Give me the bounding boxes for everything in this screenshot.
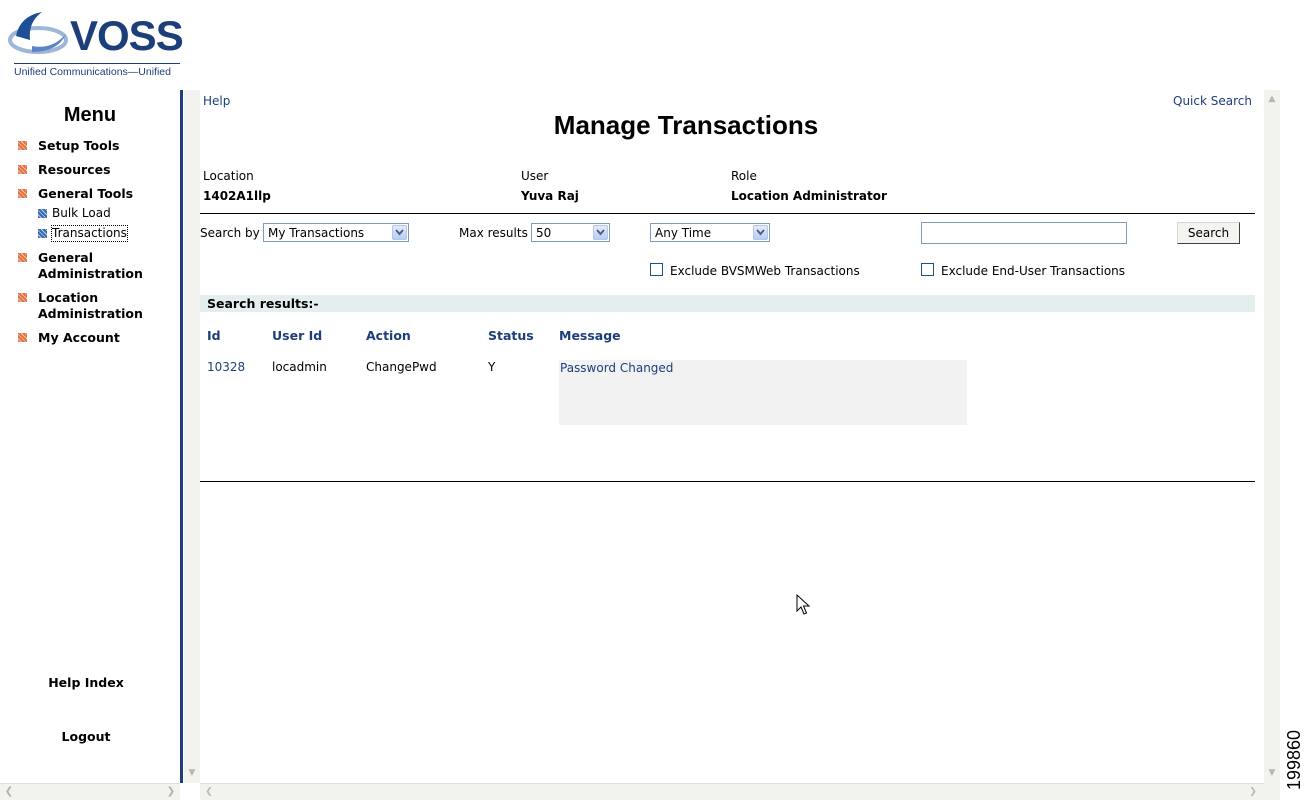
quick-search-link[interactable]: Quick Search <box>1173 94 1252 108</box>
row-message-box: Password Changed <box>559 360 967 425</box>
search-by-select[interactable]: My Transactions <box>263 223 409 242</box>
menu-bullet-icon <box>18 165 27 174</box>
submenu-item-label: Bulk Load <box>52 206 111 220</box>
help-link[interactable]: Help <box>203 94 230 108</box>
menu-horizontal-scrollbar[interactable]: ❮ ❯ <box>0 783 180 800</box>
user-value: Yuva Raj <box>521 189 579 203</box>
left-menu: Menu Setup Tools Resources General Tools… <box>0 90 180 782</box>
search-button[interactable]: Search <box>1177 222 1240 244</box>
search-input[interactable] <box>921 222 1127 244</box>
exclude-bvsmweb-checkbox[interactable] <box>650 263 663 276</box>
search-by-value: My Transactions <box>268 226 365 240</box>
search-by-label: Search by <box>200 226 260 240</box>
row-action: ChangePwd <box>366 360 437 374</box>
scroll-right-icon[interactable]: ❯ <box>1246 785 1260 799</box>
menu-bullet-icon <box>18 293 27 302</box>
scroll-left-icon[interactable]: ❮ <box>202 785 216 799</box>
column-header-message: Message <box>559 328 621 343</box>
column-header-status: Status <box>488 328 534 343</box>
menu-item-label: General Administration <box>38 250 143 281</box>
divider-bottom <box>200 481 1255 482</box>
divider-top <box>200 213 1255 214</box>
column-header-action: Action <box>366 328 411 343</box>
menu-bullet-icon <box>18 333 27 342</box>
search-results-title: Search results:- <box>207 296 319 311</box>
transaction-id-link[interactable]: 10328 <box>207 360 245 374</box>
content-left-scrollbar[interactable]: ▼ <box>184 90 200 783</box>
voss-swoosh-icon <box>8 12 68 54</box>
row-status: Y <box>488 360 496 374</box>
exclude-end-user-checkbox[interactable] <box>921 263 934 276</box>
menu-item-label: Setup Tools <box>38 138 120 153</box>
voss-logo: VOSS Unified Communications—Unified <box>8 6 184 82</box>
time-range-select[interactable]: Any Time <box>650 223 770 242</box>
logo-brand: VOSS <box>70 12 184 59</box>
column-header-user-id: User Id <box>272 328 323 343</box>
search-results-header: Search results:- <box>200 295 1255 312</box>
chevron-down-icon[interactable] <box>392 225 407 240</box>
menu-item-label: Resources <box>38 162 111 177</box>
frame-divider[interactable] <box>180 90 183 783</box>
submenu-item-label: Transactions <box>51 225 128 242</box>
user-label: User <box>521 169 549 183</box>
logo-rule <box>14 63 180 64</box>
role-label: Role <box>731 169 757 183</box>
menu-title: Menu <box>63 104 117 126</box>
submenu-bullet-icon <box>38 209 47 218</box>
logout-link[interactable]: Logout <box>0 729 172 744</box>
max-results-label: Max results <box>459 226 528 240</box>
menu-item-label: General Tools <box>38 186 134 201</box>
page-title: Manage Transactions <box>553 110 819 140</box>
help-index-link[interactable]: Help Index <box>0 675 172 690</box>
menu-bullet-icon <box>18 141 27 150</box>
exclude-end-user-label: Exclude End-User Transactions <box>941 264 1126 278</box>
exclude-bvsmweb-label: Exclude BVSMWeb Transactions <box>670 264 860 278</box>
content-horizontal-scrollbar[interactable]: ❮ ❯ <box>200 783 1264 800</box>
submenu-bullet-icon <box>38 229 47 238</box>
location-label: Location <box>203 169 254 183</box>
location-value: 1402A1llp <box>203 189 271 203</box>
scroll-up-icon[interactable]: ▲ <box>1265 92 1279 106</box>
scrollbar-corner <box>1264 783 1280 800</box>
max-results-select[interactable]: 50 <box>531 223 610 242</box>
column-header-id: Id <box>207 328 221 343</box>
menu-item-label: My Account <box>38 330 120 345</box>
chevron-down-icon[interactable] <box>753 225 768 240</box>
scroll-right-icon[interactable]: ❯ <box>164 785 178 799</box>
menu-bullet-icon <box>18 189 27 198</box>
menu-item-label: Location Administration <box>38 290 143 321</box>
logo-tagline: Unified Communications—Unified <box>14 66 171 78</box>
figure-number: 199860 <box>1284 729 1304 790</box>
menu-bullet-icon <box>18 253 27 262</box>
time-range-value: Any Time <box>655 226 712 240</box>
content-vertical-scrollbar[interactable]: ▲ ▼ <box>1264 90 1280 783</box>
mouse-cursor-icon <box>796 594 810 615</box>
chevron-down-icon[interactable] <box>593 225 608 240</box>
scroll-left-icon[interactable]: ❮ <box>2 785 16 799</box>
row-user-id: locadmin <box>272 360 327 374</box>
scroll-down-icon[interactable]: ▼ <box>185 766 199 780</box>
role-value: Location Administrator <box>731 189 887 203</box>
max-results-value: 50 <box>536 226 552 240</box>
scroll-down-icon[interactable]: ▼ <box>1265 766 1279 780</box>
row-message: Password Changed <box>560 361 674 375</box>
